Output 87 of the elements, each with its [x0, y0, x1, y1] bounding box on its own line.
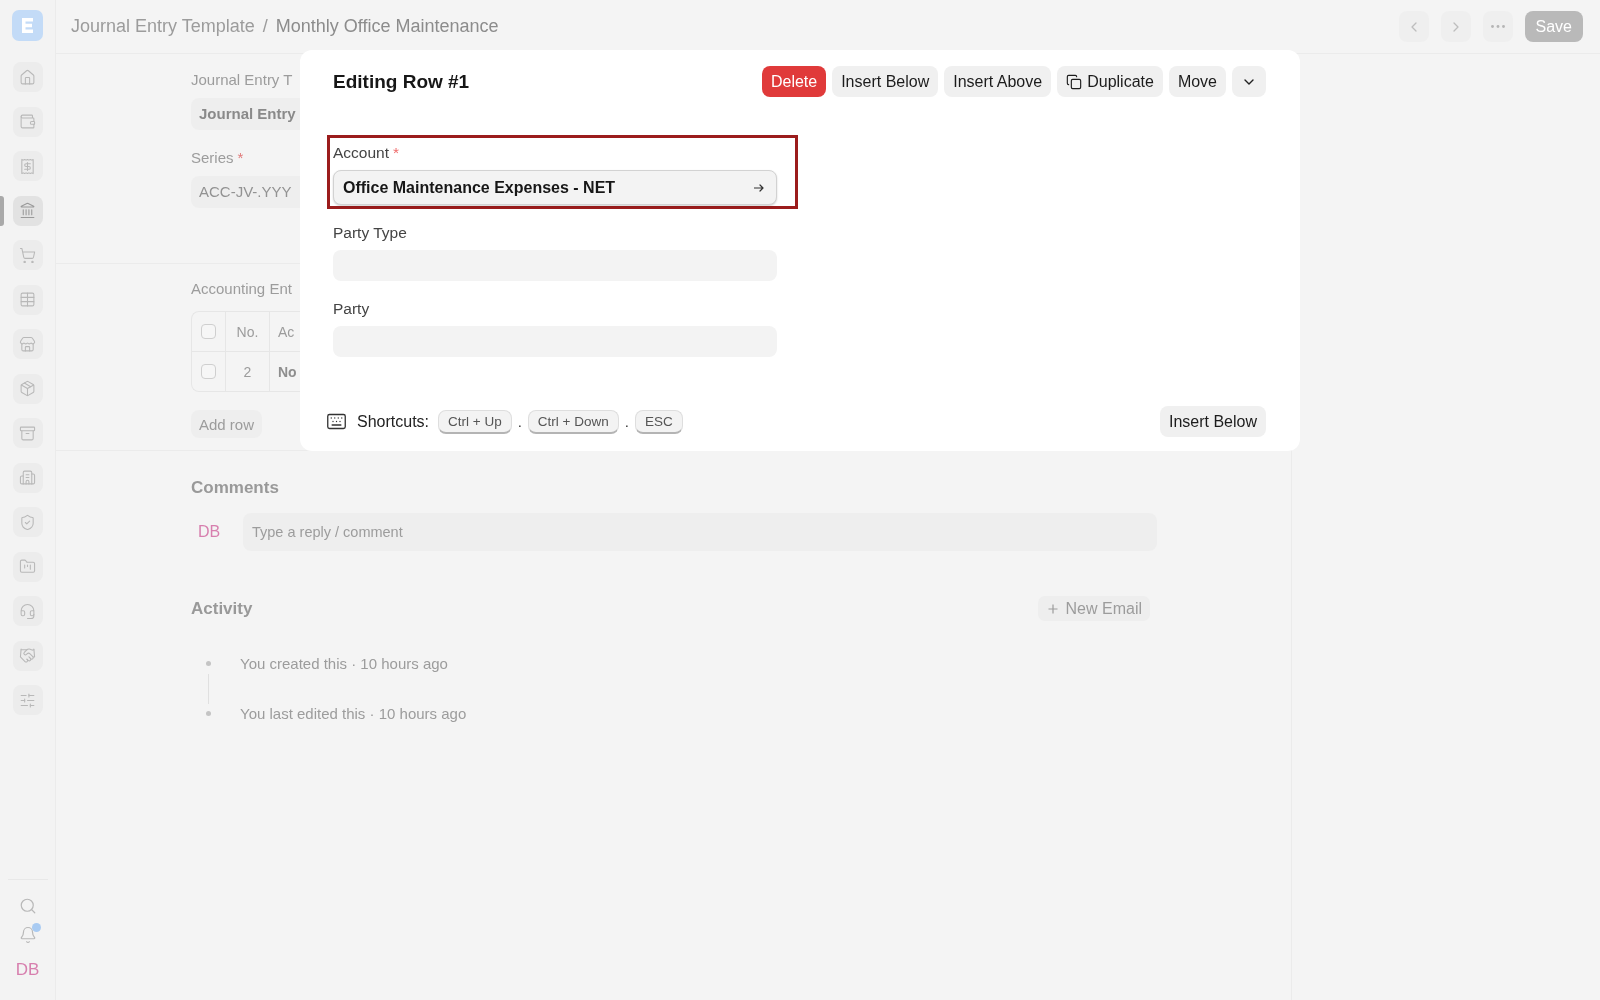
checkbox[interactable]	[201, 324, 216, 339]
building-icon	[19, 469, 36, 486]
sidebar-item[interactable]	[12, 685, 43, 715]
checkbox[interactable]	[201, 364, 216, 379]
chevron-right-icon	[1452, 21, 1459, 32]
add-row-button[interactable]: Add row	[191, 410, 263, 438]
table-icon	[19, 291, 36, 308]
sidebar-item[interactable]	[12, 418, 43, 448]
insert-below-button[interactable]: Insert Below	[1159, 406, 1266, 437]
sidebar-item[interactable]	[12, 507, 43, 537]
bank-icon	[19, 202, 36, 219]
breadcrumb-current: Monthly Office Maintenance	[275, 16, 499, 37]
timeline-dot	[206, 710, 211, 716]
house-icon	[19, 68, 36, 86]
action-button[interactable]: Insert Above	[944, 66, 1052, 97]
section-title: Comments	[191, 477, 280, 499]
sidebar-item[interactable]	[12, 329, 43, 359]
arrow-right-icon[interactable]	[754, 183, 764, 192]
separator-text: .	[517, 413, 522, 430]
wallet-icon	[19, 113, 36, 130]
field-label: Party Type	[333, 223, 408, 243]
section-title: Activity	[191, 597, 253, 620]
avatar-initials: DB	[197, 523, 222, 541]
chevron-left-icon	[1410, 21, 1417, 32]
sidebar-item[interactable]	[12, 106, 43, 137]
action-button[interactable]: Delete	[761, 66, 827, 97]
section-title: Accounting Ent	[191, 279, 292, 299]
action-button[interactable]: Insert Below	[832, 66, 939, 97]
copy-icon	[1066, 73, 1083, 90]
comment-field[interactable]: Type a reply / comment	[243, 513, 1157, 551]
sidebar-item[interactable]	[12, 284, 43, 315]
activity-text: You last edited this · 10 hours ago	[240, 704, 467, 722]
sidebar-item[interactable]	[12, 373, 43, 404]
action-button[interactable]: Duplicate	[1057, 66, 1163, 97]
field-label: Series *	[191, 148, 245, 168]
sidebar-item[interactable]	[12, 640, 43, 671]
sidebar-item[interactable]	[12, 195, 43, 226]
column-header: Ac	[277, 322, 296, 342]
shortcut-key: ESC	[634, 409, 683, 434]
more-button[interactable]	[1482, 11, 1513, 42]
field-label: Journal Entry T	[191, 70, 294, 90]
next-button[interactable]	[1440, 11, 1471, 42]
sidebar-item[interactable]	[12, 151, 43, 181]
caret-icon	[1244, 78, 1254, 85]
store-icon	[19, 335, 36, 353]
logo-icon[interactable]	[12, 10, 43, 41]
shortcuts-label: Shortcuts:	[357, 412, 430, 431]
shortcut-key: Ctrl + Up	[438, 409, 512, 434]
dropdown-button[interactable]	[1232, 66, 1266, 97]
sidebar-item[interactable]	[12, 551, 43, 582]
avatar-initials[interactable]: DB	[15, 960, 40, 980]
shield-icon	[19, 513, 36, 531]
search-icon[interactable]	[18, 897, 37, 915]
breadcrumb-link[interactable]: Journal Entry Template	[71, 16, 255, 37]
table-cell: 2	[226, 351, 270, 391]
sidebar-item[interactable]	[12, 596, 43, 626]
box-icon	[19, 380, 36, 397]
field-label: Account *	[333, 143, 401, 163]
action-button[interactable]: Move	[1168, 66, 1226, 97]
sliders-icon	[19, 691, 36, 709]
timeline-dot	[206, 660, 211, 666]
headset-icon	[19, 602, 36, 620]
activity-text: You created this · 10 hours ago	[240, 654, 448, 672]
column-header: No.	[226, 312, 270, 351]
bell-icon[interactable]	[18, 926, 37, 944]
previous-button[interactable]	[1398, 11, 1429, 42]
field-label: Party	[333, 299, 371, 319]
input-field[interactable]: Office Maintenance Expenses - NET	[333, 170, 777, 205]
sidebar-item[interactable]	[12, 462, 43, 493]
breadcrumb-separator: /	[262, 16, 268, 37]
receipt-icon	[19, 157, 36, 175]
shortcut-key: Ctrl + Down	[527, 409, 619, 434]
input-field[interactable]: ACC-JV-.YYY	[191, 176, 300, 208]
keyboard-icon	[326, 411, 347, 432]
ellipsis-icon	[1490, 25, 1505, 28]
plus-icon	[1047, 603, 1058, 614]
cart-icon	[19, 246, 36, 264]
folder-icon	[19, 558, 36, 575]
separator-text: .	[624, 413, 629, 430]
input-field[interactable]: Journal Entry	[191, 98, 300, 130]
archive-icon	[19, 424, 36, 442]
handshake-icon	[19, 647, 36, 664]
dialog-title: Editing Row #1	[333, 70, 470, 93]
new-email-button[interactable]: New Email	[1037, 596, 1150, 621]
active-indicator	[0, 195, 4, 226]
sidebar-item[interactable]	[12, 240, 43, 270]
sidebar-item[interactable]	[12, 62, 43, 92]
